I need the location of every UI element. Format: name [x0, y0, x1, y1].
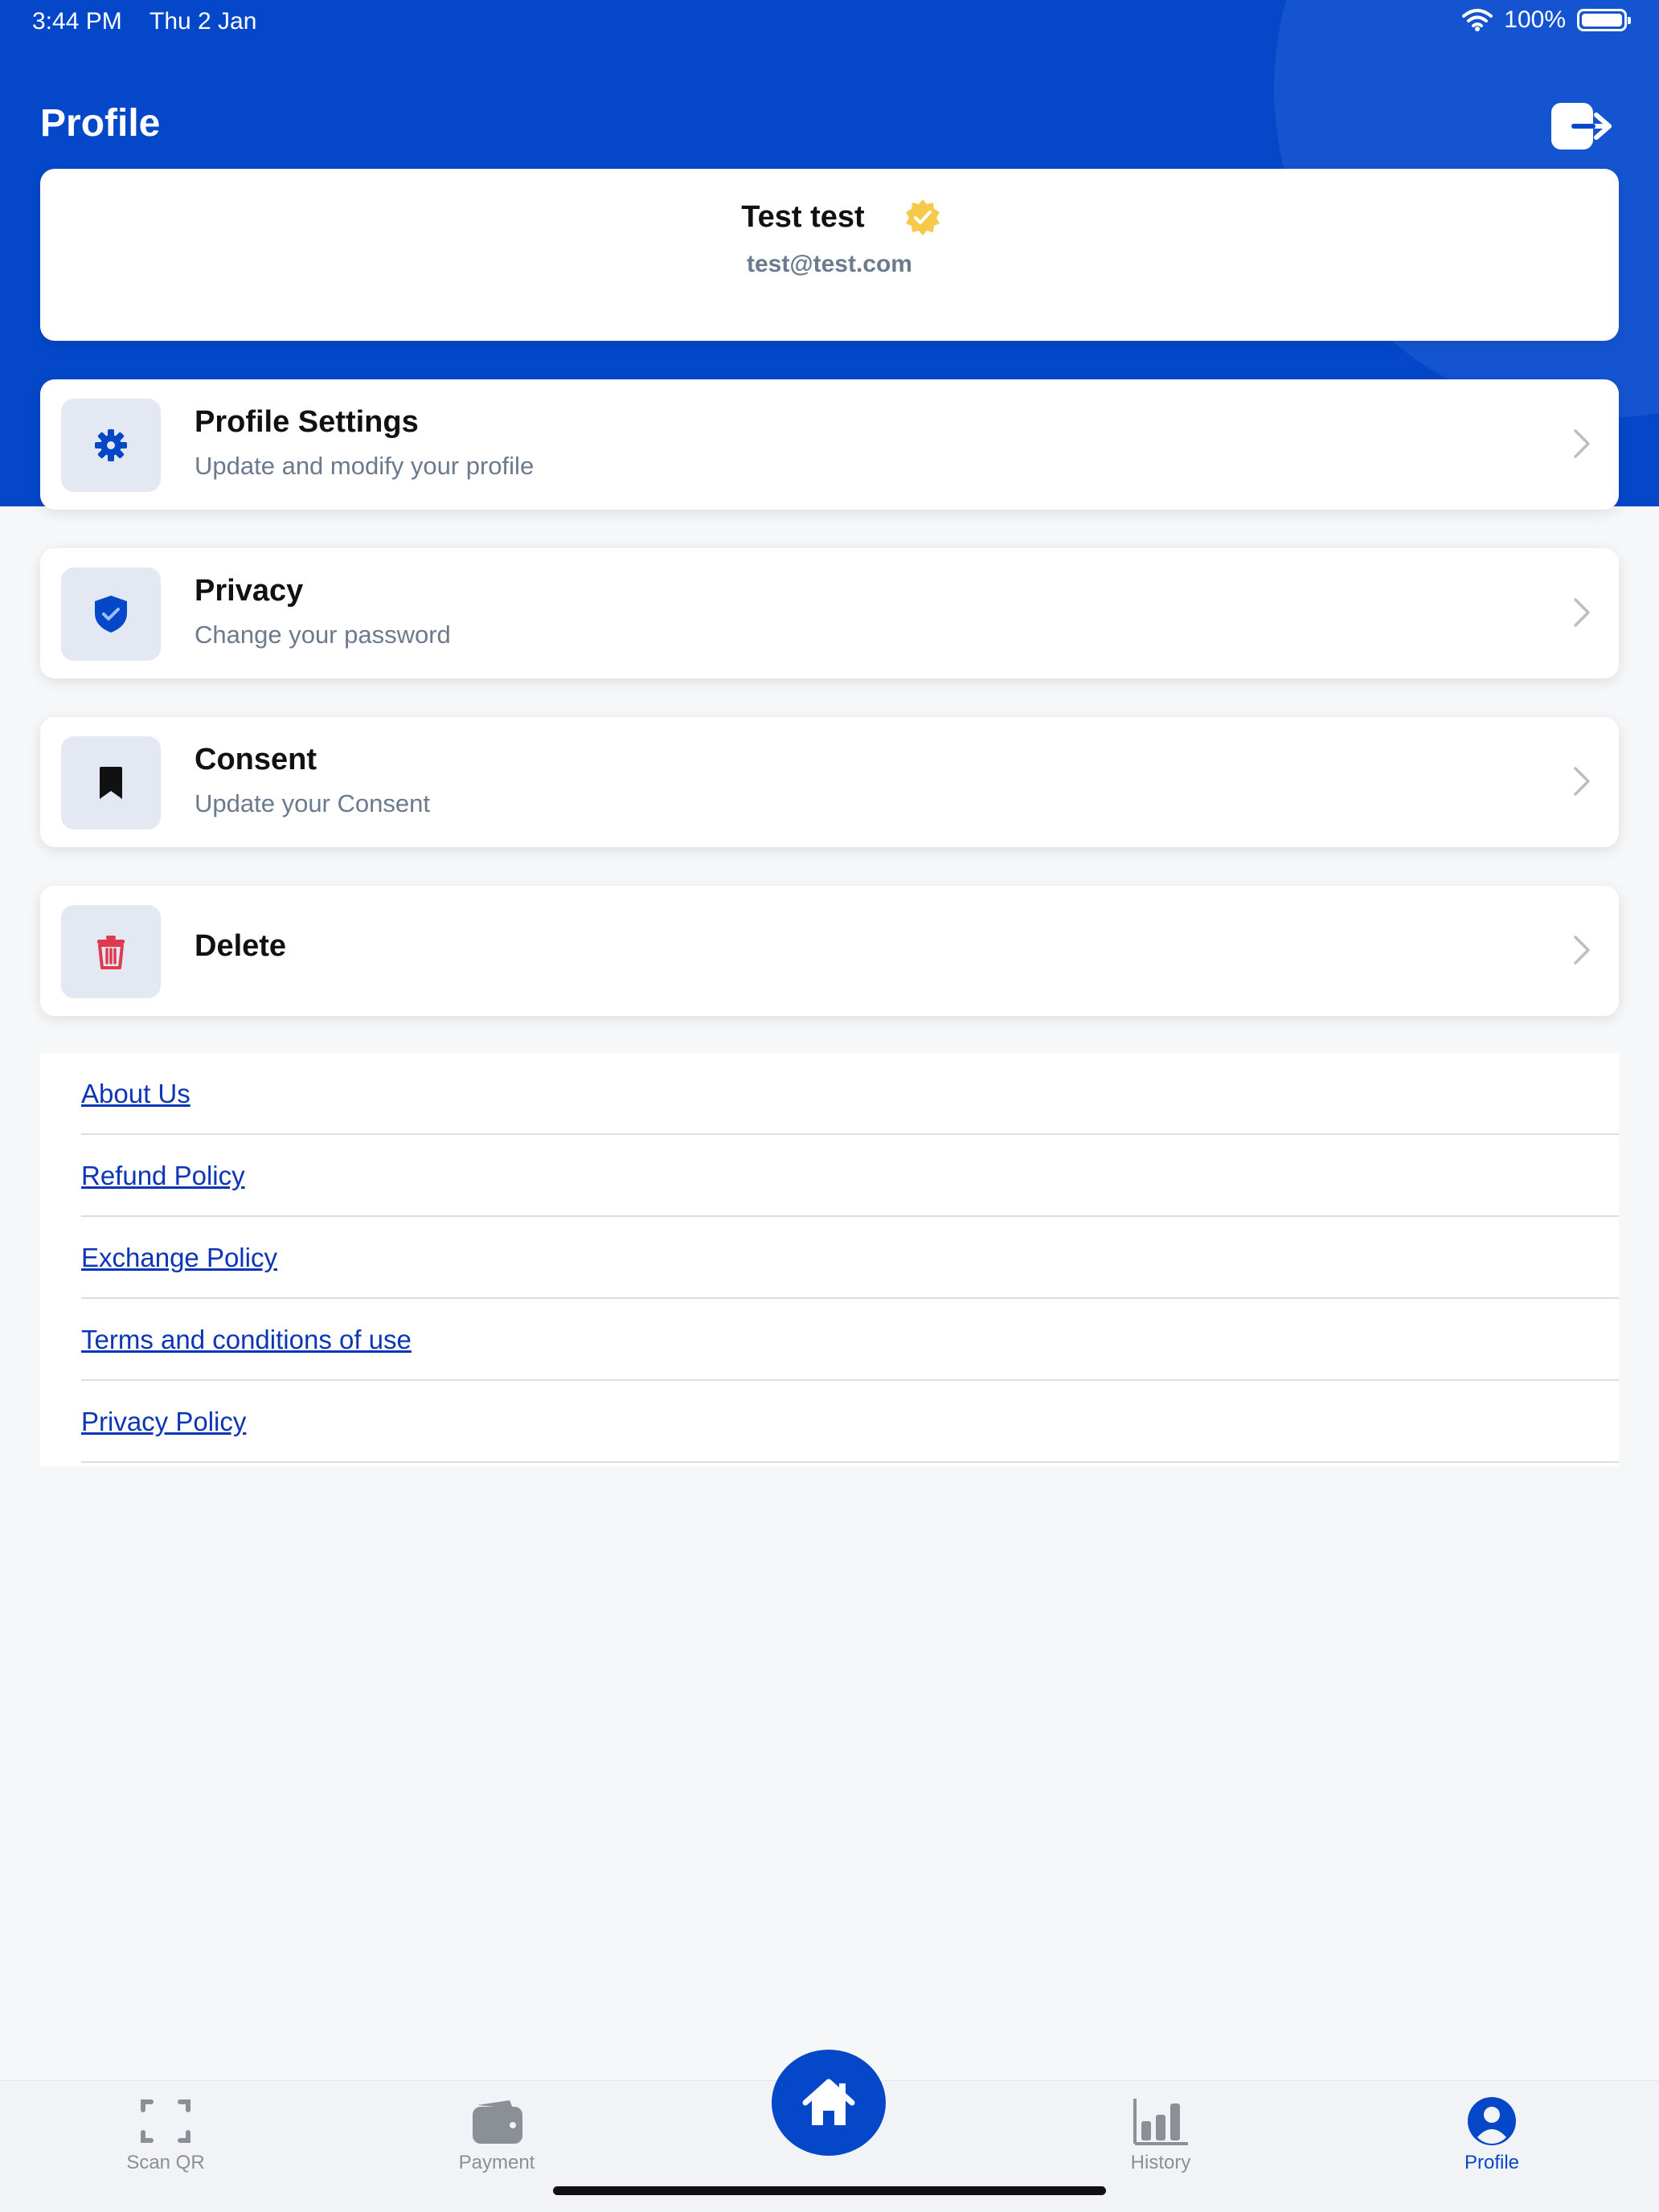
- tab-label: Payment: [458, 2152, 535, 2173]
- status-right: 100%: [1462, 6, 1631, 34]
- menu-item-title: Profile Settings: [195, 405, 419, 439]
- tab-label: Profile: [1464, 2152, 1520, 2173]
- tab-payment[interactable]: Payment: [392, 2081, 601, 2177]
- menu-icon-box: [61, 399, 161, 492]
- gear-icon: [95, 429, 127, 461]
- tab-history[interactable]: History: [1056, 2081, 1265, 2177]
- user-card: Test test test@test.com: [40, 169, 1619, 341]
- menu-item-subtitle: Update and modify your profile: [195, 452, 535, 480]
- link-row: About Us: [81, 1053, 1619, 1135]
- chevron-right-icon: [1574, 936, 1590, 965]
- menu-item-consent[interactable]: Consent Update your Consent: [40, 717, 1619, 847]
- link-row: Exchange Policy: [81, 1217, 1619, 1299]
- trash-icon: [97, 936, 125, 969]
- menu-item-title: Delete: [195, 929, 287, 963]
- chevron-right-icon: [1574, 598, 1590, 627]
- user-name: Test test: [741, 199, 865, 234]
- tab-label: Scan QR: [126, 2152, 205, 2173]
- tab-profile[interactable]: Profile: [1387, 2081, 1596, 2177]
- link-privacy-policy[interactable]: Privacy Policy: [81, 1407, 246, 1437]
- menu-item-privacy[interactable]: Privacy Change your password: [40, 548, 1619, 678]
- home-icon: [802, 2079, 855, 2125]
- menu-item-title: Privacy: [195, 574, 304, 608]
- link-terms-of-use[interactable]: Terms and conditions of use: [81, 1325, 412, 1355]
- menu-item-title: Consent: [195, 743, 317, 776]
- home-button[interactable]: [772, 2050, 886, 2156]
- logout-button[interactable]: [1550, 101, 1614, 153]
- page-title: Profile: [40, 102, 161, 145]
- menu-item-subtitle: Update your Consent: [195, 789, 430, 817]
- tab-label: History: [1130, 2152, 1191, 2173]
- scan-qr-icon: [141, 2099, 190, 2143]
- user-circle-icon: [1468, 2097, 1516, 2145]
- menu-icon-box: [61, 905, 161, 998]
- chevron-right-icon: [1574, 767, 1590, 796]
- link-refund-policy[interactable]: Refund Policy: [81, 1161, 245, 1191]
- legal-links-panel: About Us Refund Policy Exchange Policy T…: [40, 1053, 1619, 1466]
- logout-icon: [1551, 103, 1612, 150]
- wifi-icon: [1462, 9, 1493, 31]
- link-row: Terms and conditions of use: [81, 1299, 1619, 1381]
- user-name-row: Test test: [40, 198, 1619, 236]
- bar-chart-icon: [1133, 2099, 1188, 2145]
- link-about-us[interactable]: About Us: [81, 1079, 190, 1109]
- status-time: 3:44 PM: [32, 8, 122, 35]
- tab-scan-qr[interactable]: Scan QR: [61, 2081, 270, 2177]
- verified-badge-icon: [905, 199, 940, 236]
- menu-item-delete[interactable]: Delete: [40, 886, 1619, 1016]
- user-email: test@test.com: [747, 251, 912, 277]
- home-indicator: [553, 2186, 1106, 2195]
- battery-percentage: 100%: [1504, 6, 1566, 33]
- menu-icon-box: [61, 736, 161, 830]
- menu-item-profile-settings[interactable]: Profile Settings Update and modify your …: [40, 379, 1619, 510]
- bookmark-icon: [100, 767, 122, 799]
- status-bar: 3:44 PM Thu 2 Jan 100%: [0, 0, 1659, 48]
- link-row: Privacy Policy: [81, 1381, 1619, 1463]
- battery-icon: [1577, 9, 1631, 31]
- wallet-icon: [473, 2100, 522, 2144]
- link-exchange-policy[interactable]: Exchange Policy: [81, 1243, 277, 1273]
- link-row: Refund Policy: [81, 1135, 1619, 1217]
- chevron-right-icon: [1574, 429, 1590, 458]
- menu-item-subtitle: Change your password: [195, 621, 451, 649]
- menu-icon-box: [61, 567, 161, 661]
- status-date: Thu 2 Jan: [150, 8, 257, 35]
- shield-icon: [95, 596, 127, 633]
